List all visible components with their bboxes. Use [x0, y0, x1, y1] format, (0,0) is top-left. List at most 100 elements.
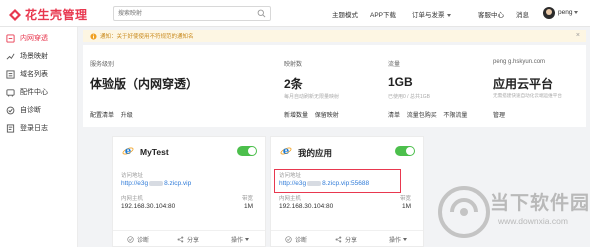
summary-sub: 每月自动刷新无限量映射 — [284, 94, 340, 100]
redacted-text — [307, 180, 322, 186]
summary-label: peng g.hskyun.com — [493, 59, 546, 65]
access-url-link[interactable]: http://e3g 8.zicp.vip:55688 — [279, 180, 369, 187]
nav-theme-mode[interactable]: 主题模式 — [332, 9, 358, 19]
summary-label: 流量 — [388, 62, 401, 68]
host-label: 内网主机 — [121, 196, 144, 202]
sidebar-item-login-log[interactable]: 登录日志 — [0, 121, 78, 135]
nav-orders-invoices[interactable]: 订单与发票 — [412, 9, 451, 19]
card-title[interactable]: 我的应用 — [298, 147, 332, 159]
summary-value: 体验版（内网穿透） — [90, 77, 199, 91]
diagnose-button[interactable]: 诊断 — [127, 235, 149, 244]
bandwidth-label: 带宽 — [399, 196, 411, 202]
operations-menu[interactable]: 操作 — [389, 235, 408, 244]
summary-value: 2条 — [284, 77, 303, 91]
notice-text[interactable]: 通知：关于好使使用不符规范的通知名 — [100, 32, 194, 40]
avatar[interactable] — [543, 7, 555, 19]
diagnose-icon — [6, 106, 15, 114]
mapping-card: e MyTest 访问地址 http://e3g 8.zicp.vip 内网主机 … — [112, 136, 266, 247]
close-icon[interactable]: × — [576, 32, 580, 39]
enable-toggle[interactable] — [395, 146, 415, 156]
watermark-url: www.downxia.com — [498, 216, 568, 226]
share-button[interactable]: 分享 — [335, 235, 357, 244]
logo-icon — [9, 8, 21, 21]
sidebar-item-scene-mapping[interactable]: 场景映射 — [0, 49, 78, 63]
summary-traffic: 流量 1GB 已使用0 / 总共1GB 清单 流量包购买 不限流量 — [388, 45, 508, 127]
search-input[interactable] — [114, 7, 249, 20]
log-icon — [6, 123, 15, 133]
bandwidth-label: 带宽 — [241, 196, 253, 202]
summary-sub: 无需搭建快速自动化云端运维平台 — [493, 93, 562, 98]
info-icon — [90, 32, 97, 40]
service-summary: 服务级别 体验版（内网穿透） 配置清单 升级 映射数 2条 每月自动刷新无限量映… — [83, 45, 586, 127]
share-icon — [335, 236, 342, 243]
summary-label: 映射数 — [284, 62, 303, 68]
summary-value: 1GB — [388, 75, 413, 89]
sidebar-item-accessories[interactable]: 配件中心 — [0, 85, 78, 99]
operations-menu[interactable]: 操作 — [231, 235, 250, 244]
detail-link[interactable]: 清单 — [388, 113, 400, 119]
site-watermark: 当下软件园 www.downxia.com — [438, 180, 590, 244]
watermark-logo-icon — [438, 186, 490, 238]
search-box — [113, 6, 271, 21]
access-address-label: 访问地址 — [121, 173, 144, 179]
host-value: 192.168.30.104:80 — [279, 203, 334, 210]
card-title[interactable]: MyTest — [140, 147, 169, 157]
nav-support-center[interactable]: 客服中心 — [478, 9, 504, 19]
summary-sub: 已使用0 / 总共1GB — [388, 94, 430, 100]
chevron-down-icon — [245, 238, 250, 241]
redacted-text — [149, 180, 164, 186]
watermark-title: 当下软件园 — [490, 193, 590, 214]
user-menu[interactable]: peng — [558, 9, 579, 16]
diagnose-icon — [285, 236, 292, 243]
nav-messages[interactable]: 消息 — [516, 9, 529, 19]
sidebar: 内网穿透 场景映射 域名列表 配件中心 自诊断 登录日志 — [0, 27, 78, 247]
brand-name: 花生壳管理 — [25, 8, 88, 22]
search-icon[interactable] — [257, 9, 266, 18]
host-value: 192.168.30.104:80 — [121, 203, 176, 210]
ie-browser-icon: e — [280, 146, 292, 157]
accessory-icon — [6, 88, 15, 97]
buy-traffic-link[interactable]: 流量包购买 — [407, 113, 437, 119]
chevron-down-icon — [574, 10, 579, 14]
scene-icon — [6, 53, 15, 60]
diagnose-button[interactable]: 诊断 — [285, 235, 307, 244]
svg-text:e: e — [125, 146, 131, 157]
access-url-link[interactable]: http://e3g 8.zicp.vip — [121, 180, 191, 187]
chevron-down-icon — [446, 13, 451, 17]
sidebar-item-tunnel[interactable]: 内网穿透 — [0, 31, 78, 45]
host-label: 内网主机 — [279, 196, 302, 202]
manage-link[interactable]: 管理 — [493, 113, 505, 119]
upgrade-link[interactable]: 升级 — [121, 113, 133, 119]
summary-value: 应用云平台 — [493, 77, 554, 91]
summary-mapping-count: 映射数 2条 每月自动刷新无限量映射 新增数量 保留映射 — [284, 45, 404, 127]
diagnose-icon — [127, 236, 134, 243]
card-footer: 诊断 分享 操作 — [271, 230, 423, 246]
summary-actions: 管理 — [493, 110, 510, 119]
summary-actions: 新增数量 保留映射 — [284, 110, 344, 119]
summary-actions: 配置清单 升级 — [90, 110, 138, 119]
notice-bar: 通知：关于好使使用不符规范的通知名 × — [83, 30, 586, 42]
summary-actions: 清单 流量包购买 不限流量 — [388, 110, 472, 119]
tunnel-icon — [6, 33, 15, 43]
sidebar-item-self-diagnose[interactable]: 自诊断 — [0, 103, 78, 117]
summary-service-level: 服务级别 体验版（内网穿透） 配置清单 升级 — [90, 45, 210, 127]
brand-logo[interactable]: 花生壳管理 — [8, 6, 88, 23]
summary-label: 服务级别 — [90, 62, 115, 68]
sidebar-item-domain-list[interactable]: 域名列表 — [0, 67, 78, 81]
chevron-down-icon — [403, 238, 408, 241]
keep-mapping-link[interactable]: 保留映射 — [315, 113, 339, 119]
card-footer: 诊断 分享 操作 — [113, 230, 265, 246]
svg-text:e: e — [283, 146, 289, 157]
mapping-card: e 我的应用 访问地址 http://e3g 8.zicp.vip:55688 内… — [270, 136, 424, 247]
add-quantity-link[interactable]: 新增数量 — [284, 113, 308, 119]
nav-app-download[interactable]: APP下载 — [370, 9, 396, 19]
summary-cloud-platform: peng g.hskyun.com 应用云平台 无需搭建快速自动化云端运维平台 … — [493, 45, 585, 127]
config-list-link[interactable]: 配置清单 — [90, 113, 114, 119]
bandwidth-value: 1M — [401, 203, 411, 210]
access-address-label: 访问地址 — [279, 173, 302, 179]
unlimited-traffic-link[interactable]: 不限流量 — [443, 113, 467, 119]
domain-list-icon — [6, 69, 15, 79]
ie-browser-icon: e — [122, 146, 134, 157]
share-button[interactable]: 分享 — [177, 235, 199, 244]
enable-toggle[interactable] — [237, 146, 257, 156]
